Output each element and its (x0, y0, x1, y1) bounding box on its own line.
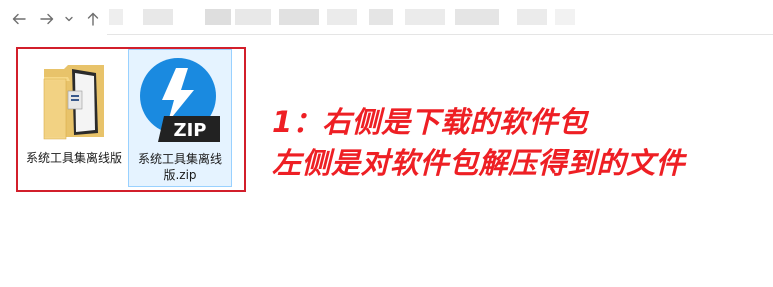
obscured-path-segment (279, 9, 319, 25)
back-button[interactable] (8, 8, 30, 30)
obscured-path-segment (327, 9, 357, 25)
obscured-path-segment (143, 9, 173, 25)
annotation-line-1: 1：右侧是下载的软件包 (272, 105, 588, 139)
arrow-right-icon (40, 13, 54, 25)
file-item-folder[interactable]: 系统工具集离线版 (22, 49, 126, 187)
navigation-bar (0, 0, 773, 40)
up-button[interactable] (82, 8, 104, 30)
obscured-path-segment (235, 9, 271, 25)
obscured-path-segment (205, 9, 231, 25)
folder-icon (43, 65, 104, 140)
obscured-path-segment (369, 9, 393, 25)
obscured-path-segment (555, 9, 575, 25)
annotation-line-2: 左侧是对软件包解压得到的文件 (272, 146, 686, 180)
obscured-path-segment (109, 9, 123, 25)
zip-archive-icon: ZIP (140, 58, 220, 142)
obscured-path-segment (455, 9, 499, 25)
arrow-left-icon (12, 13, 26, 25)
annotation-text: 1：右侧是下载的软件包 左侧是对软件包解压得到的文件 (272, 102, 685, 184)
chevron-down-icon (65, 16, 73, 22)
recent-locations-button[interactable] (62, 8, 76, 30)
obscured-path-segment (405, 9, 445, 25)
obscured-path-segment (517, 9, 547, 25)
address-bar[interactable] (107, 2, 773, 35)
arrow-up-icon (87, 12, 99, 26)
forward-button[interactable] (36, 8, 58, 30)
file-name: 系统工具集离线版 (26, 151, 123, 165)
zip-badge-text: ZIP (174, 120, 207, 141)
file-name: 系统工具集离线版.zip (137, 152, 222, 182)
file-item-zip[interactable]: ZIP 系统工具集离线版.zip (128, 49, 232, 187)
